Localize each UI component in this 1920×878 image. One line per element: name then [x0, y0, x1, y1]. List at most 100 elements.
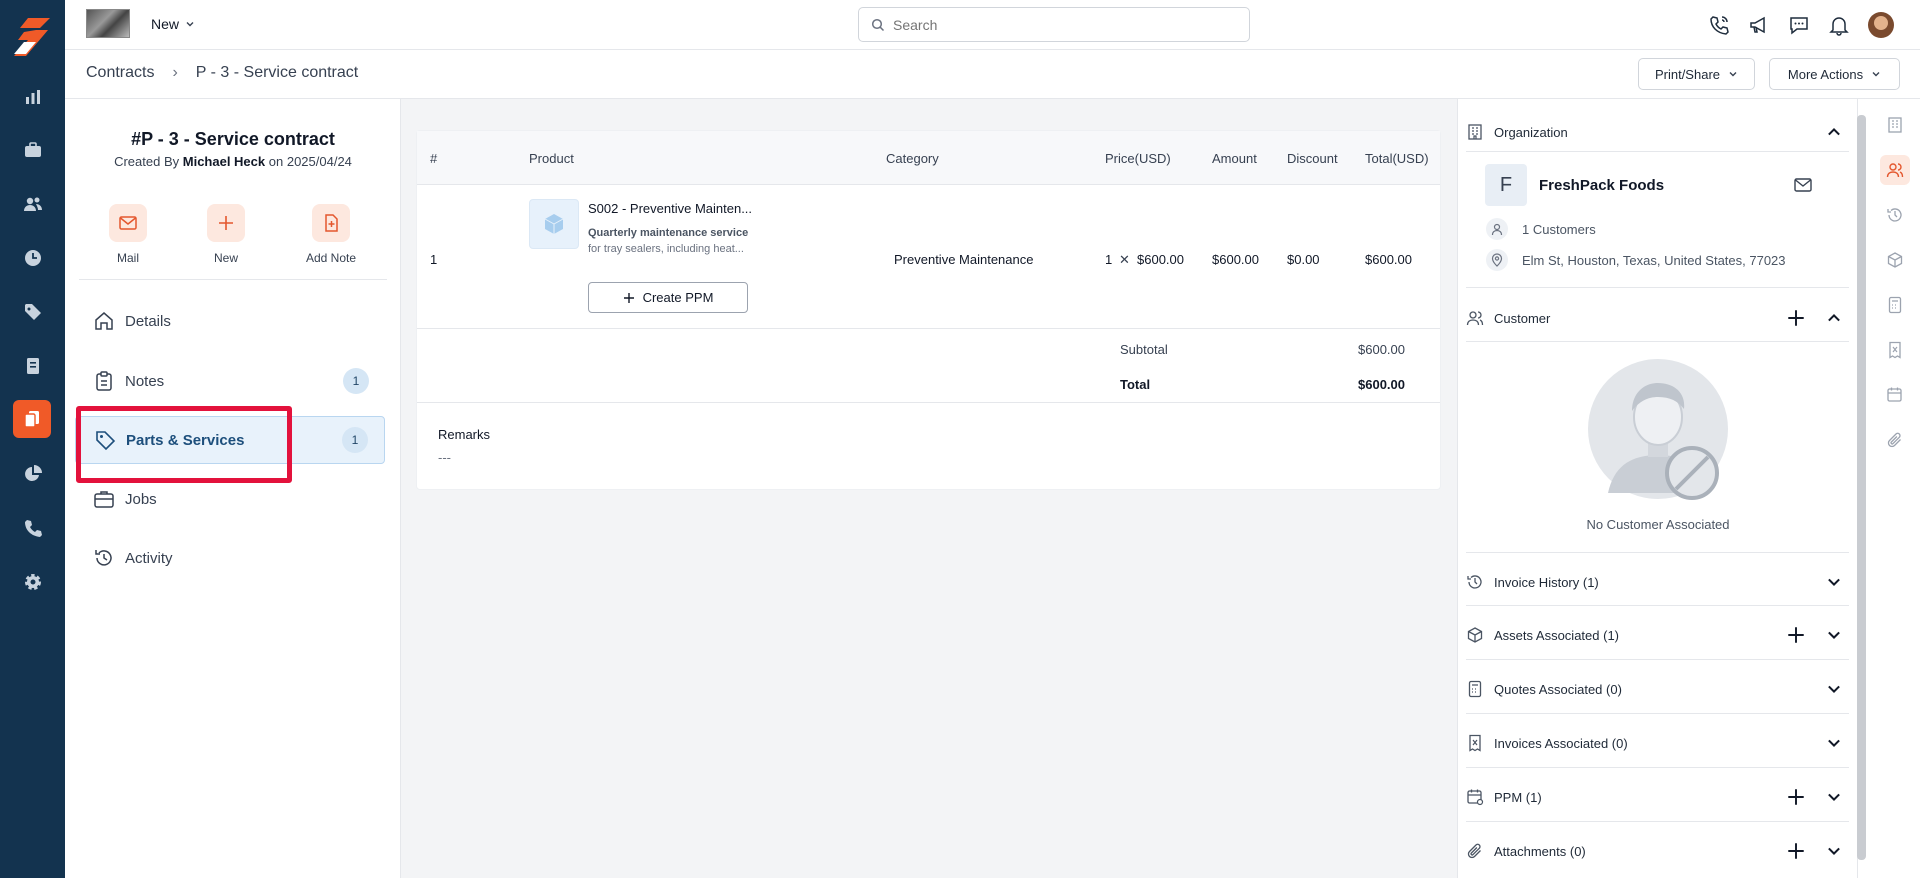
chevron-down-icon[interactable] — [1825, 842, 1843, 860]
plus-icon — [623, 292, 634, 303]
nav-notes-label: Notes — [125, 372, 165, 390]
invoice-icon[interactable] — [0, 346, 65, 386]
app-sidebar — [0, 0, 65, 878]
organization-name[interactable]: FreshPack Foods — [1539, 177, 1664, 194]
assets-rail-cube-icon[interactable] — [1880, 245, 1910, 275]
call-icon[interactable] — [1708, 14, 1730, 36]
invoices-label: Invoices Associated (0) — [1494, 735, 1628, 751]
email-icon[interactable] — [1794, 177, 1812, 193]
divider — [1466, 767, 1849, 768]
app-logo-icon[interactable] — [14, 18, 50, 56]
product-description: for tray sealers, including heat... — [588, 243, 744, 255]
assets-label: Assets Associated (1) — [1494, 627, 1619, 643]
scrollbar[interactable] — [1857, 115, 1866, 860]
organization-customers: 1 Customers — [1486, 218, 1596, 240]
add-ppm-plus-icon[interactable] — [1787, 788, 1805, 806]
chevron-down-icon[interactable] — [1825, 680, 1843, 698]
company-logo-thumbnail[interactable] — [86, 9, 130, 38]
subtotal-label: Subtotal — [1120, 342, 1168, 357]
bell-icon[interactable] — [1828, 14, 1850, 36]
row-price: $600.00 — [1137, 252, 1184, 267]
divider — [1466, 605, 1849, 606]
contracts-icon[interactable] — [13, 400, 51, 438]
product-description-title: Quarterly maintenance service — [588, 227, 749, 239]
chevron-up-icon[interactable] — [1825, 309, 1843, 327]
row-category: Preventive Maintenance — [894, 252, 1034, 267]
nav-jobs-label: Jobs — [125, 490, 157, 508]
dashboard-icon[interactable] — [0, 77, 65, 117]
customer-section-header[interactable]: Customer — [1466, 305, 1849, 331]
settings-gear-icon[interactable] — [0, 562, 65, 602]
clock-icon[interactable] — [0, 238, 65, 278]
address-text: Elm St, Houston, Texas, United States, 7… — [1522, 252, 1786, 268]
add-note-action[interactable]: Add Note — [291, 204, 371, 265]
chevron-down-icon[interactable] — [1825, 626, 1843, 644]
receipt-icon — [1469, 734, 1481, 752]
parts-services-card: # Product Category Price(USD) Amount Dis… — [416, 130, 1441, 490]
chat-icon[interactable] — [1788, 14, 1810, 36]
assets-section[interactable]: Assets Associated (1) — [1466, 622, 1849, 648]
customer-rail-users-icon[interactable] — [1880, 155, 1910, 185]
divider — [1466, 552, 1849, 553]
search-input[interactable] — [893, 16, 1223, 33]
breadcrumb-separator-icon: › — [172, 64, 178, 81]
attachments-rail-paperclip-icon[interactable] — [1880, 425, 1910, 455]
quotes-rail-calculator-icon[interactable] — [1880, 290, 1910, 320]
reports-pie-icon[interactable] — [0, 454, 65, 494]
customers-count: 1 Customers — [1522, 221, 1596, 237]
megaphone-icon[interactable] — [1748, 14, 1770, 36]
more-actions-button[interactable]: More Actions — [1769, 58, 1900, 90]
quotes-section[interactable]: Quotes Associated (0) — [1466, 676, 1849, 702]
top-icons — [1708, 12, 1894, 38]
user-avatar[interactable] — [1868, 12, 1894, 38]
nav-activity[interactable]: Activity — [75, 534, 385, 582]
calendar-gear-icon — [1467, 789, 1484, 806]
created-prefix: Created By — [114, 154, 180, 169]
customers-icon[interactable] — [0, 184, 65, 224]
organization-label: Organization — [1494, 124, 1568, 140]
product-name[interactable]: S002 - Preventive Mainten... — [588, 201, 752, 216]
mail-action[interactable]: Mail — [88, 204, 168, 265]
nav-details[interactable]: Details — [75, 297, 385, 345]
invoices-section[interactable]: Invoices Associated (0) — [1466, 730, 1849, 756]
new-action[interactable]: New — [186, 204, 266, 265]
invoice-history-section[interactable]: Invoice History (1) — [1466, 569, 1849, 595]
chevron-up-icon[interactable] — [1825, 123, 1843, 141]
total-value: $600.00 — [1358, 377, 1405, 392]
invoices-rail-receipt-icon[interactable] — [1880, 335, 1910, 365]
divider — [1466, 341, 1849, 342]
create-ppm-button[interactable]: Create PPM — [588, 282, 748, 313]
ppm-section[interactable]: PPM (1) — [1466, 784, 1849, 810]
add-customer-plus-icon[interactable] — [1787, 309, 1805, 327]
attachments-section[interactable]: Attachments (0) — [1466, 838, 1849, 864]
add-attachment-plus-icon[interactable] — [1787, 842, 1805, 860]
ppm-rail-calendar-icon[interactable] — [1880, 380, 1910, 410]
parts-services-count-badge: 1 — [342, 427, 368, 453]
new-dropdown[interactable]: New — [151, 16, 195, 32]
jobs-briefcase-icon[interactable] — [0, 130, 65, 170]
organization-rail-building-icon[interactable] — [1880, 110, 1910, 140]
breadcrumb-current: P - 3 - Service contract — [195, 64, 359, 81]
mail-action-label: Mail — [116, 251, 139, 265]
organization-avatar: F — [1485, 164, 1527, 206]
nav-notes[interactable]: Notes 1 — [75, 357, 385, 405]
users-icon — [1466, 311, 1484, 326]
location-pin-icon — [1486, 249, 1508, 271]
chevron-down-icon[interactable] — [1825, 573, 1843, 591]
invoice-history-rail-icon[interactable] — [1880, 200, 1910, 230]
breadcrumb-contracts-link[interactable]: Contracts — [86, 64, 154, 82]
price-tag-icon[interactable] — [0, 292, 65, 332]
new-action-label: New — [213, 251, 238, 265]
chevron-down-icon[interactable] — [1825, 734, 1843, 752]
phone-icon[interactable] — [0, 508, 65, 548]
global-search[interactable] — [858, 7, 1250, 42]
print-share-button[interactable]: Print/Share — [1638, 58, 1755, 90]
chevron-down-icon[interactable] — [1825, 788, 1843, 806]
add-asset-plus-icon[interactable] — [1787, 626, 1805, 644]
organization-section-header[interactable]: Organization — [1466, 119, 1849, 145]
history-icon — [95, 550, 112, 566]
details-panel: Organization F FreshPack Foods 1 Custome… — [1457, 99, 1857, 878]
invoice-history-icon — [1467, 575, 1482, 589]
contract-title: #P - 3 - Service contract — [131, 129, 335, 149]
contract-created-info: Created By Michael Heck on 2025/04/24 — [65, 154, 401, 169]
